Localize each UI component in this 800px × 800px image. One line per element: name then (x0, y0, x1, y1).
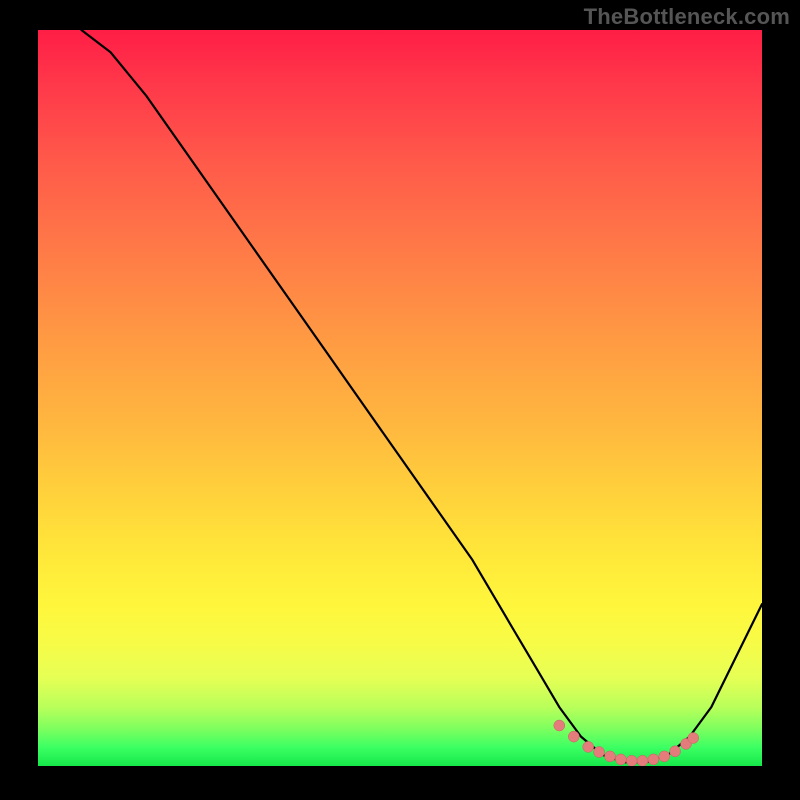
optimal-range-dots (554, 720, 699, 766)
optimal-dot (594, 747, 605, 758)
optimal-dot (583, 741, 594, 752)
optimal-dot (568, 731, 579, 742)
watermark-text: TheBottleneck.com (584, 4, 790, 30)
bottleneck-curve (81, 30, 762, 762)
optimal-dot (659, 751, 670, 762)
optimal-dot (615, 754, 626, 765)
optimal-dot (626, 755, 637, 766)
curve-layer (38, 30, 762, 766)
optimal-dot (554, 720, 565, 731)
optimal-dot (688, 733, 699, 744)
optimal-dot (648, 754, 659, 765)
optimal-dot (670, 746, 681, 757)
optimal-dot (605, 751, 616, 762)
plot-area (38, 30, 762, 766)
chart-frame: TheBottleneck.com (0, 0, 800, 800)
optimal-dot (637, 755, 648, 766)
